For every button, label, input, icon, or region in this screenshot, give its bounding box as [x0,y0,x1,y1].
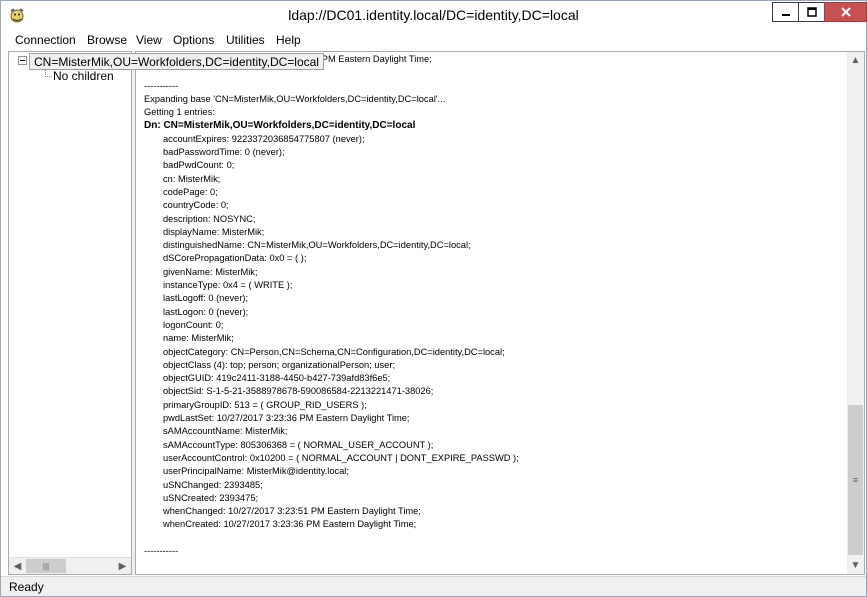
window-title: ldap://DC01.identity.local/DC=identity,D… [288,7,579,23]
log-separator: ----------- [144,80,179,91]
attribute-line: instanceType: 0x4 = ( WRITE ); [163,280,293,291]
tree-horizontal-scrollbar[interactable]: ◀ ||| ▶ [9,557,131,574]
status-bar: Ready [1,576,866,596]
log-dn: Dn: CN=MisterMik,OU=Workfolders,DC=ident… [144,120,416,132]
scrollbar-thumb[interactable]: ≡ [848,405,863,555]
attribute-line: uSNCreated: 2393475; [163,492,259,503]
attribute-line: logonCount: 0; [163,319,224,330]
attribute-line: name: MisterMik; [163,333,234,344]
attribute-line: badPwdCount: 0; [163,160,235,171]
collapse-icon[interactable] [18,56,27,65]
close-button[interactable] [824,2,867,22]
attribute-line: whenCreated: 10/27/2017 3:23:36 PM Easte… [163,519,417,530]
menu-help[interactable]: Help [276,33,301,47]
maximize-button[interactable] [798,2,825,22]
attribute-line: countryCode: 0; [163,200,229,211]
menu-view[interactable]: View [136,33,162,47]
menu-connection[interactable]: Connection [15,33,76,47]
attribute-line: objectGUID: 419c2411-3188-4450-b427-739a… [163,373,391,384]
output-pane[interactable]: 6 PM Eastern Daylight Time; ----------- … [135,51,865,575]
scroll-right-icon[interactable]: ▶ [114,558,131,574]
attribute-line: primaryGroupID: 513 = ( GROUP_RID_USERS … [163,399,367,410]
ldp-window: ldap://DC01.identity.local/DC=identity,D… [0,0,867,597]
attribute-line: sAMAccountType: 805306368 = ( NORMAL_USE… [163,439,434,450]
attribute-line: accountExpires: 9223372036854775807 (nev… [163,133,365,144]
output-vertical-scrollbar[interactable]: ▲ ≡ ▼ [847,52,864,574]
tree-root-node[interactable]: CN=MisterMik,OU=Workfolders,DC=identity,… [29,53,324,70]
attribute-line: lastLogon: 0 (never); [163,306,249,317]
output-log: 6 PM Eastern Daylight Time; ----------- … [144,53,844,558]
menu-bar: Connection Browse View Options Utilities… [1,31,866,50]
menu-utilities[interactable]: Utilities [226,33,265,47]
attribute-line: lastLogoff: 0 (never); [163,293,249,304]
attribute-line: dSCorePropagationData: 0x0 = ( ); [163,253,307,264]
scroll-up-icon[interactable]: ▲ [847,52,864,69]
scroll-down-icon[interactable]: ▼ [847,557,864,574]
tree-connector [45,76,52,77]
attribute-line: objectCategory: CN=Person,CN=Schema,CN=C… [163,346,505,357]
attribute-line: givenName: MisterMik; [163,266,258,277]
close-icon [840,7,851,17]
attribute-line: objectSid: S-1-5-21-3588978678-590086584… [163,386,434,397]
attribute-line: displayName: MisterMik; [163,226,265,237]
attribute-line: codePage: 0; [163,186,218,197]
title-bar[interactable]: ldap://DC01.identity.local/DC=identity,D… [1,1,867,31]
menu-browse[interactable]: Browse [87,33,127,47]
scrollbar-thumb[interactable]: ||| [26,559,66,573]
maximize-icon [806,7,817,17]
status-text: Ready [9,580,44,594]
tree-child-node[interactable]: No children [53,69,114,83]
attribute-line: userPrincipalName: MisterMik@identity.lo… [163,466,349,477]
attribute-line: description: NOSYNC; [163,213,256,224]
attribute-line: badPasswordTime: 0 (never); [163,147,285,158]
attribute-line: pwdLastSet: 10/27/2017 3:23:36 PM Easter… [163,413,410,424]
attribute-list: accountExpires: 9223372036854775807 (nev… [144,133,844,532]
attribute-line: cn: MisterMik; [163,173,221,184]
log-separator: ----------- [144,545,179,556]
menu-options[interactable]: Options [173,33,214,47]
minimize-button[interactable] [772,2,799,22]
log-line: Getting 1 entries: [144,107,215,118]
log-line: Expanding base 'CN=MisterMik,OU=Workfold… [144,93,446,104]
scroll-left-icon[interactable]: ◀ [9,558,26,574]
attribute-line: objectClass (4): top; person; organizati… [163,359,396,370]
attribute-line: distinguishedName: CN=MisterMik,OU=Workf… [163,240,471,251]
tree-pane[interactable]: CN=MisterMik,OU=Workfolders,DC=identity,… [8,51,324,575]
attribute-line: sAMAccountName: MisterMik; [163,426,288,437]
attribute-line: whenChanged: 10/27/2017 3:23:51 PM Easte… [163,506,421,517]
attribute-line: uSNChanged: 2393485; [163,479,263,490]
minimize-icon [781,14,790,16]
attribute-line: userAccountControl: 0x10200 = ( NORMAL_A… [163,452,519,463]
